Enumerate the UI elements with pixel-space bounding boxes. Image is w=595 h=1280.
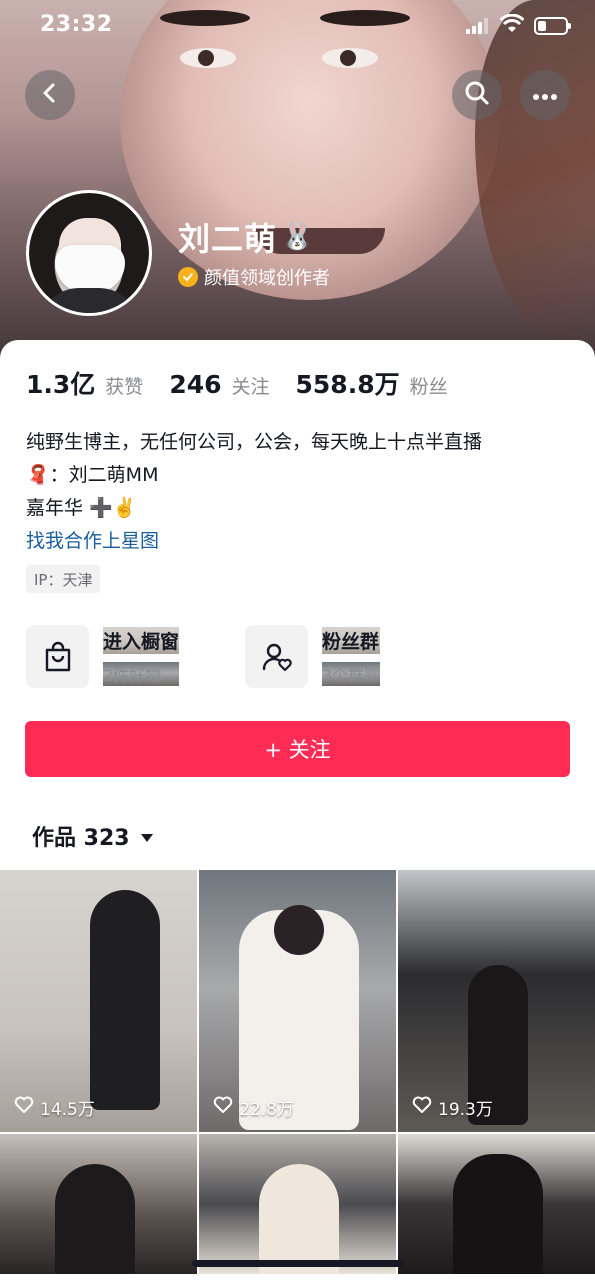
heart-icon bbox=[213, 1096, 233, 1119]
like-count-text: 22.8万 bbox=[239, 1100, 294, 1120]
bio-line-3-emoji: ➕✌️ bbox=[89, 497, 137, 519]
signal-icon bbox=[466, 18, 490, 34]
like-count-text: 19.3万 bbox=[438, 1100, 493, 1120]
shortcut-title: 粉丝群 bbox=[322, 627, 381, 654]
verification-text: 颜值领域创作者 bbox=[204, 268, 330, 289]
more-button[interactable] bbox=[520, 70, 570, 120]
stat-label: 获赞 bbox=[105, 376, 144, 398]
shop-window-shortcut[interactable]: 进入橱窗 2件好物 bbox=[26, 625, 245, 688]
back-button[interactable] bbox=[25, 70, 75, 120]
bio-line-2: 🧣：刘二萌MM bbox=[26, 459, 482, 492]
stat-value: 1.3亿 bbox=[26, 370, 96, 399]
ip-location-tag: IP：天津 bbox=[26, 565, 101, 593]
stat-likes[interactable]: 1.3亿 获赞 bbox=[26, 365, 143, 401]
chevron-left-icon bbox=[39, 82, 61, 108]
video-thumbnail[interactable]: 19.3万 bbox=[398, 870, 595, 1132]
like-count-text: 14.5万 bbox=[40, 1100, 95, 1120]
wifi-icon bbox=[499, 13, 525, 36]
search-button[interactable] bbox=[452, 70, 502, 120]
bio-line-3: 嘉年华 ➕✌️ bbox=[26, 492, 482, 525]
shortcut-subtitle: 3个群聊 bbox=[322, 662, 381, 686]
video-thumbnail[interactable] bbox=[199, 1134, 396, 1274]
caret-down-icon bbox=[140, 824, 154, 849]
stat-value: 246 bbox=[169, 370, 222, 399]
bio-line-2-text: ：刘二萌MM bbox=[49, 464, 159, 486]
video-thumbnail[interactable]: 22.8万 bbox=[199, 870, 396, 1132]
video-grid: 14.5万 22.8万 19.3万 bbox=[0, 870, 595, 1274]
shortcut-subtitle: 2件好物 bbox=[103, 662, 180, 686]
search-icon bbox=[464, 80, 490, 110]
username-text: 刘二萌 bbox=[178, 220, 278, 258]
shopping-bag-icon bbox=[26, 625, 89, 688]
username: 刘二萌 🐰 bbox=[178, 214, 314, 260]
video-thumbnail[interactable] bbox=[398, 1134, 595, 1274]
rabbit-emoji: 🐰 bbox=[281, 222, 315, 252]
battery-icon bbox=[534, 17, 571, 35]
bio-line-1: 纯野生博主，无任何公司，公会，每天晚上十点半直播 bbox=[26, 431, 483, 453]
scarf-emoji: 🧣 bbox=[26, 464, 50, 486]
status-time: 23:32 bbox=[40, 12, 113, 37]
stat-label: 粉丝 bbox=[409, 376, 448, 398]
heart-icon bbox=[14, 1096, 34, 1119]
like-count: 22.8万 bbox=[213, 1095, 294, 1120]
status-bar: 23:32 bbox=[0, 0, 595, 52]
profile-card: 1.3亿 获赞 246 关注 558.8万 粉丝 纯野生博主，无任何公司，公会，… bbox=[0, 340, 595, 870]
shortcuts-row: 进入橱窗 2件好物 粉丝群 3个群聊 bbox=[26, 625, 464, 688]
bio-line-3-text: 嘉年华 bbox=[26, 497, 84, 519]
verified-badge-icon bbox=[178, 267, 198, 287]
follow-button[interactable]: + 关注 bbox=[25, 721, 570, 777]
verification-row: 颜值领域创作者 bbox=[178, 264, 330, 290]
shortcut-title: 进入橱窗 bbox=[103, 627, 180, 654]
star-map-link[interactable]: 找我合作上星图 bbox=[26, 525, 482, 558]
stat-following[interactable]: 246 关注 bbox=[169, 370, 269, 399]
stats-row: 1.3亿 获赞 246 关注 558.8万 粉丝 bbox=[26, 365, 448, 401]
video-thumbnail[interactable] bbox=[0, 1134, 197, 1274]
more-dots-icon bbox=[532, 86, 558, 105]
fan-group-shortcut[interactable]: 粉丝群 3个群聊 bbox=[245, 625, 464, 688]
heart-icon bbox=[412, 1096, 432, 1119]
works-tab-label: 作品 323 bbox=[32, 826, 130, 851]
like-count: 19.3万 bbox=[412, 1095, 493, 1120]
stat-label: 关注 bbox=[231, 376, 270, 398]
video-thumbnail[interactable]: 14.5万 bbox=[0, 870, 197, 1132]
bio: 纯野生博主，无任何公司，公会，每天晚上十点半直播 🧣：刘二萌MM 嘉年华 ➕✌️… bbox=[26, 426, 482, 558]
stat-followers[interactable]: 558.8万 粉丝 bbox=[296, 365, 448, 401]
fan-group-icon bbox=[245, 625, 308, 688]
works-tab[interactable]: 作品 323 bbox=[32, 820, 154, 852]
home-indicator[interactable] bbox=[192, 1260, 404, 1267]
stat-value: 558.8万 bbox=[295, 370, 400, 399]
like-count: 14.5万 bbox=[14, 1095, 95, 1120]
avatar[interactable] bbox=[26, 190, 152, 316]
